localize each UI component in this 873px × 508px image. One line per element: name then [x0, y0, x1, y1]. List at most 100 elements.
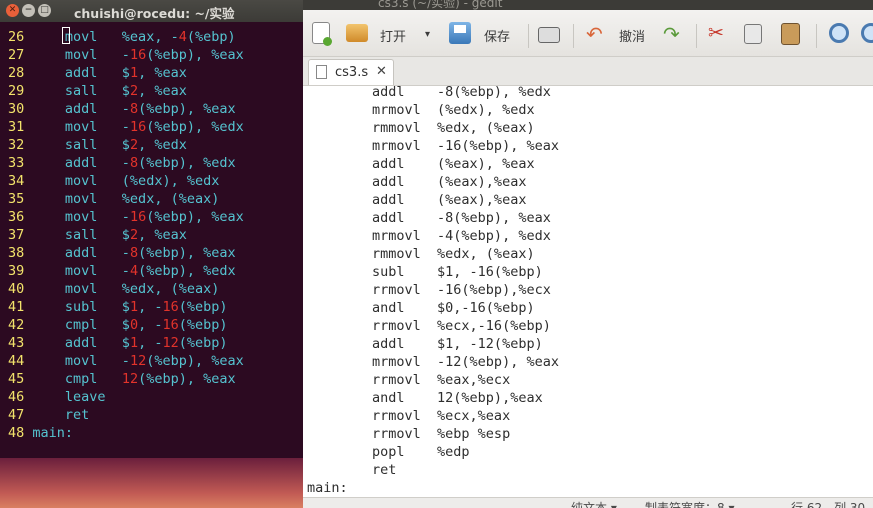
- asm-token: (%ebp), %eax: [138, 245, 236, 261]
- code-line: andl 12(%ebp),%eax: [307, 390, 543, 406]
- terminal-content[interactable]: 26 movl %eax, -4(%ebp) 27 movl -16(%ebp),…: [8, 28, 303, 442]
- code-line: rmmovl %edx, (%eax): [307, 120, 535, 136]
- asm-token: (%ebp), %edx: [138, 263, 236, 279]
- code-line: addl -8(%ebp), %eax: [307, 210, 551, 226]
- terminal-line: 31 movl -16(%ebp), %edx: [8, 118, 303, 136]
- asm-token: -: [97, 263, 130, 279]
- code-line: mrmovl -16(%ebp), %eax: [307, 138, 559, 154]
- asm-label: main:: [32, 425, 74, 441]
- asm-token: -: [97, 209, 130, 225]
- line-number: 45: [8, 371, 25, 387]
- tab-bar: cs3.s ✕: [303, 57, 873, 86]
- asm-token: (%ebp): [178, 317, 228, 333]
- chevron-down-icon[interactable]: ▾: [425, 29, 430, 40]
- asm-token: movl: [64, 47, 98, 63]
- line-number: 47: [8, 407, 25, 423]
- tab-close-icon[interactable]: ✕: [376, 64, 387, 79]
- tab-width-selector[interactable]: 制表符宽度：8 ▾: [645, 499, 734, 508]
- asm-number: 16: [162, 317, 179, 333]
- asm-number: 16: [129, 209, 147, 225]
- asm-token: movl: [64, 119, 98, 135]
- code-line: addl -8(%ebp), %edx: [307, 84, 551, 100]
- terminal-titlebar: ✕ − □ chuishi@rocedu: ~/实验: [0, 0, 303, 22]
- save-icon[interactable]: [449, 22, 471, 44]
- line-number: 35: [8, 191, 25, 207]
- asm-token: (%ebp): [178, 299, 228, 315]
- asm-token: movl: [64, 353, 98, 369]
- asm-token: cmpl: [64, 371, 98, 387]
- terminal-window: ✕ − □ chuishi@rocedu: ~/实验 26 movl %eax,…: [0, 0, 303, 508]
- new-document-icon[interactable]: [312, 22, 332, 46]
- terminal-line: 36 movl -16(%ebp), %eax: [8, 208, 303, 226]
- code-line: subl $1, -16(%ebp): [307, 264, 543, 280]
- asm-token: movl: [64, 173, 98, 189]
- asm-number: 8: [129, 101, 139, 117]
- asm-number: 0: [129, 317, 139, 333]
- terminal-line: 28 addl $1, %eax: [8, 64, 303, 82]
- asm-token: , -: [138, 335, 163, 351]
- asm-token: $: [97, 137, 130, 153]
- print-icon[interactable]: [538, 27, 560, 43]
- asm-token: leave: [64, 389, 106, 405]
- code-line: andl $0,-16(%ebp): [307, 300, 535, 316]
- replace-icon[interactable]: [861, 23, 873, 43]
- toolbar-separator: [528, 24, 529, 48]
- terminal-line: 45 cmpl 12(%ebp), %eax: [8, 370, 303, 388]
- line-number: 48: [8, 425, 25, 441]
- asm-token: -: [97, 155, 130, 171]
- code-line: rrmovl %ecx,%eax: [307, 408, 511, 424]
- terminal-line: 40 movl %edx, (%eax): [8, 280, 303, 298]
- code-line: main:: [307, 480, 348, 496]
- asm-token: %edx, (%eax): [97, 281, 220, 297]
- text-cursor: [62, 27, 70, 44]
- language-selector[interactable]: 纯文本 ▾: [571, 499, 617, 508]
- gedit-title: cs3.s (~/实验) - gedit: [378, 0, 503, 10]
- code-line: mrmovl -4(%ebp), %edx: [307, 228, 551, 244]
- asm-token: cmpl: [64, 317, 98, 333]
- terminal-line: 35 movl %edx, (%eax): [8, 190, 303, 208]
- asm-token: , -: [138, 299, 163, 315]
- code-line: rrmovl %ebp %esp: [307, 426, 511, 442]
- code-line: addl (%eax),%eax: [307, 192, 527, 208]
- asm-token: , %eax: [138, 65, 187, 81]
- terminal-line: 37 sall $2, %eax: [8, 226, 303, 244]
- gedit-window: cs3.s (~/实验) - gedit 打开 ▾ 保存 ↶ 撤消 ↷ ✂ cs…: [303, 0, 873, 508]
- redo-icon[interactable]: ↷: [663, 22, 680, 46]
- terminal-line: 34 movl (%edx), %edx: [8, 172, 303, 190]
- cut-icon[interactable]: ✂: [708, 22, 724, 44]
- cursor-position: 行 62，列 30: [791, 501, 866, 508]
- asm-number: 1: [129, 299, 139, 315]
- code-line: ret: [307, 462, 397, 478]
- search-icon[interactable]: [829, 23, 849, 43]
- asm-token: $: [97, 83, 130, 99]
- tab-cs3-s[interactable]: cs3.s ✕: [308, 59, 394, 85]
- folder-open-icon[interactable]: [346, 24, 368, 42]
- text-editor[interactable]: addl -8(%ebp), %edx mrmovl (%edx), %edx …: [303, 84, 873, 498]
- undo-icon[interactable]: ↶: [586, 22, 603, 46]
- open-button-label[interactable]: 打开: [380, 26, 406, 45]
- asm-token: , %eax: [138, 227, 187, 243]
- copy-icon[interactable]: [744, 24, 762, 44]
- paste-icon[interactable]: [781, 23, 800, 45]
- asm-token: sall: [64, 137, 98, 153]
- save-button-label[interactable]: 保存: [484, 26, 510, 45]
- line-number: 42: [8, 317, 25, 333]
- asm-token: sall: [64, 83, 98, 99]
- undo-button-label[interactable]: 撤消: [619, 26, 645, 45]
- asm-token: $: [97, 227, 130, 243]
- code-line: rrmovl -16(%ebp),%ecx: [307, 282, 551, 298]
- line-number: 36: [8, 209, 25, 225]
- line-number: 26: [8, 29, 25, 45]
- asm-token: (%ebp), %eax: [146, 209, 244, 225]
- asm-token: -: [97, 47, 130, 63]
- asm-token: , -: [138, 317, 163, 333]
- terminal-title: chuishi@rocedu: ~/实验: [74, 6, 235, 21]
- close-icon[interactable]: ✕: [6, 4, 19, 17]
- toolbar-separator: [696, 24, 697, 48]
- minimize-icon[interactable]: −: [22, 4, 35, 17]
- terminal-line: 48 main:: [8, 424, 303, 442]
- asm-token: (%ebp), %eax: [138, 101, 236, 117]
- code-line: addl (%eax),%eax: [307, 174, 527, 190]
- terminal-line: 46 leave: [8, 388, 303, 406]
- maximize-icon[interactable]: □: [38, 4, 51, 17]
